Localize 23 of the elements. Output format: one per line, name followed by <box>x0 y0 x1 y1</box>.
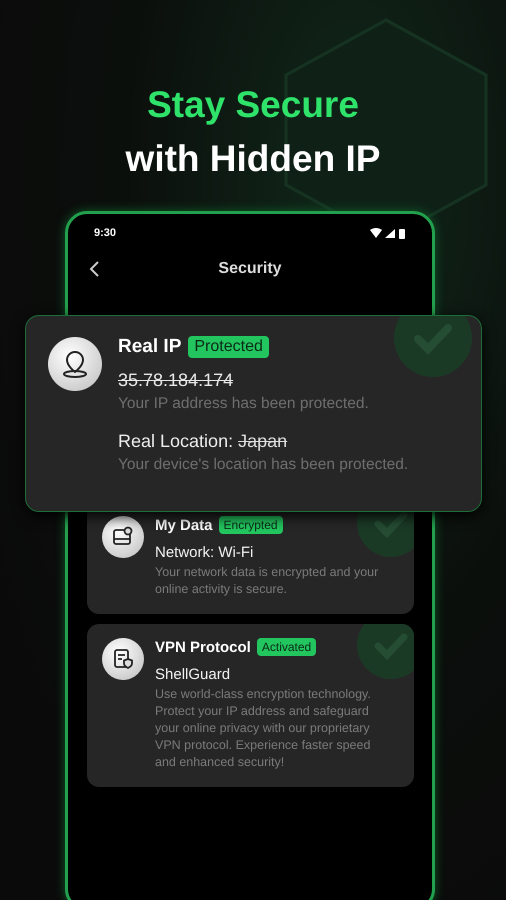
status-badge: Protected <box>188 336 269 358</box>
headline-accent: Stay Secure <box>146 83 360 127</box>
document-shield-icon <box>111 647 135 671</box>
card-description: Use world-class encryption technology. Protect your IP address and safeguard your online privacy with our proprietary VPN protocol. Experience faster speed and enhanced security! <box>155 686 372 771</box>
status-icons <box>370 228 406 238</box>
status-time: 9:30 <box>94 227 116 239</box>
status-badge: Encrypted <box>218 516 283 534</box>
card-description: Your device's location has been protected. <box>118 456 410 474</box>
back-icon[interactable] <box>88 260 100 278</box>
card-title: VPN Protocol <box>155 638 251 656</box>
status-badge: Activated <box>256 638 316 656</box>
screen-title: Security <box>218 260 282 278</box>
location-line: Real Location: Japan <box>118 431 288 452</box>
card-value: Network: Wi-Fi <box>155 544 254 561</box>
card-description: Your network data is encrypted and your online activity is secure. <box>155 564 380 598</box>
card-title: My Data <box>155 516 213 534</box>
location-pin-icon <box>60 349 90 379</box>
card-value: ShellGuard <box>155 666 232 683</box>
check-icon <box>393 316 473 378</box>
card-description: Your IP address has been protected. <box>118 395 370 413</box>
card-title: Real IP <box>118 336 182 358</box>
ip-address: 35.78.184.174 <box>118 370 234 391</box>
headline: with Hidden IP <box>124 137 382 181</box>
